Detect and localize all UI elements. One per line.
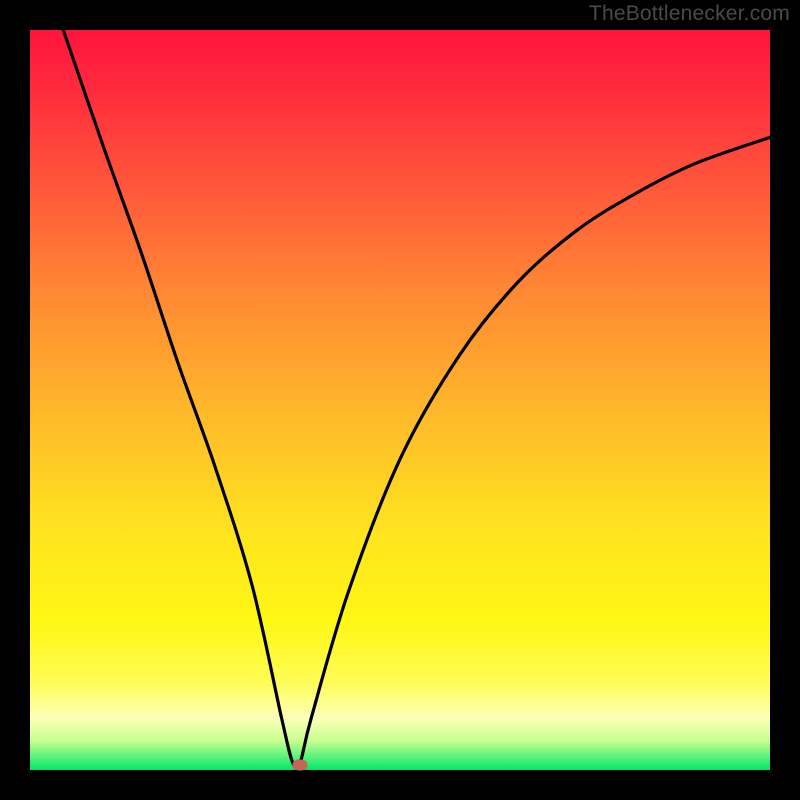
bottleneck-curve [30, 30, 770, 770]
chart-frame: TheBottlenecker.com [0, 0, 800, 800]
attribution-text: TheBottlenecker.com [589, 2, 790, 26]
plot-area [30, 30, 770, 770]
optimal-point-marker [293, 759, 308, 770]
